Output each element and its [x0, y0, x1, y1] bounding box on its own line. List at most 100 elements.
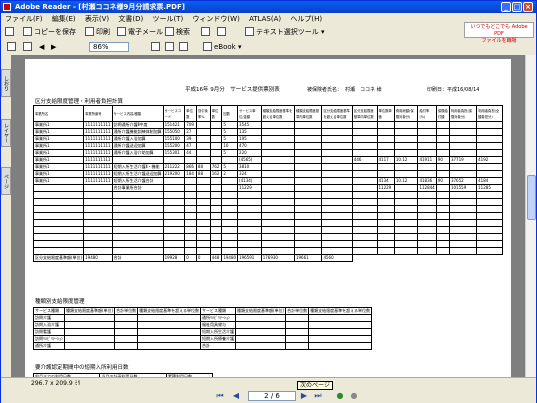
empty-cell: [32, 233, 85, 241]
zoom-tool-button[interactable]: [217, 25, 228, 39]
table-cell: [417, 142, 437, 150]
table-cell: 1111111111: [83, 170, 113, 178]
fit-page-icon: [165, 42, 174, 51]
type-header-cell: 合計単位数: [285, 307, 310, 315]
minimize-button[interactable]: _: [501, 2, 511, 12]
table-cell: [293, 156, 323, 164]
empty-cell: [417, 198, 437, 206]
empty-cell: [209, 212, 223, 220]
empty-cell: [260, 191, 295, 199]
empty-cell: [162, 233, 186, 241]
table-cell: [260, 170, 295, 178]
print-button[interactable]: 印刷: [85, 25, 110, 39]
menu-file[interactable]: ファイル(F): [5, 15, 43, 23]
save-copy-button[interactable]: コピーを保存: [23, 25, 76, 39]
table-cell: 訪問通所介護Ⅱ中度: [111, 121, 164, 129]
table-cell: 866: [184, 163, 197, 171]
adobe-ad-panel[interactable]: いつでもどこでも Adobe PDF ファイルを職場: [464, 22, 534, 44]
empty-cell: [162, 247, 186, 255]
table-cell: [376, 135, 395, 143]
empty-cell: [111, 240, 164, 248]
empty-cell: [83, 219, 113, 227]
hand-tool-button[interactable]: [201, 25, 212, 39]
table-cell: [260, 142, 295, 150]
menu-window[interactable]: ウィンドウ(W): [192, 15, 239, 23]
table-cell: 1111111111: [83, 156, 113, 164]
fit-width-button[interactable]: [179, 40, 190, 54]
open-button[interactable]: [5, 25, 16, 39]
menu-tools[interactable]: ツール(T): [152, 15, 183, 23]
ebook-button[interactable]: eBook ▾: [203, 40, 241, 54]
table-header-cell: 事業所名: [32, 105, 85, 122]
empty-cell: [209, 198, 223, 206]
type-cell: [235, 342, 287, 350]
empty-cell: [417, 219, 437, 227]
table-cell: [32, 184, 85, 192]
menu-atlas[interactable]: ATLAS(A): [249, 15, 281, 23]
empty-cell: [448, 198, 478, 206]
table-cell: [417, 149, 437, 157]
empty-cell: [321, 191, 353, 199]
layers-tab[interactable]: レイヤー: [1, 119, 11, 147]
next-page-button[interactable]: ▶: [299, 391, 309, 401]
table-cell: [435, 121, 450, 129]
table-header-cell: 区分支給限度基準を超える単位数: [321, 105, 353, 122]
back-button[interactable]: ●: [335, 391, 345, 401]
table-cell: [162, 177, 186, 185]
type-cell: [235, 328, 287, 336]
fit-page-button[interactable]: [165, 40, 176, 54]
menu-edit[interactable]: 編集(E): [52, 15, 76, 23]
email-button[interactable]: 電子メール: [117, 25, 163, 39]
table-cell: [476, 128, 503, 136]
menu-document[interactable]: 文書(D): [118, 15, 143, 23]
actual-size-button[interactable]: [151, 40, 162, 54]
empty-cell: [293, 198, 323, 206]
table-cell: 39: [184, 135, 197, 143]
empty-cell: [237, 191, 262, 199]
type-cell: 通所ﾘﾊﾋﾞﾘﾃｰｼｮﾝ: [200, 314, 237, 322]
empty-cell: [417, 240, 437, 248]
vertical-scrollbar[interactable]: [525, 55, 536, 377]
previous-page-button[interactable]: ◀: [231, 391, 241, 401]
summary-cell: 196591: [237, 254, 262, 262]
text-select-button[interactable]: テキスト選択ツール ▾: [245, 25, 325, 39]
bookmarks-tab[interactable]: しおり: [1, 69, 11, 97]
table-cell: [321, 135, 353, 143]
ad-line1: いつでもどこでも Adobe PDF: [470, 24, 528, 37]
empty-cell: [83, 198, 113, 206]
table-cell: [321, 149, 353, 157]
last-page-button[interactable]: ⏭: [313, 391, 323, 401]
page-indicator[interactable]: 2 / 6: [248, 391, 296, 401]
empty-cell: [476, 226, 503, 234]
type-cell: [308, 342, 373, 350]
table-cell: 151421: [162, 121, 186, 129]
next-view-button[interactable]: ▶: [51, 40, 56, 54]
zoom-in-button[interactable]: [23, 40, 34, 54]
empty-cell: [221, 226, 239, 234]
pages-tab[interactable]: ページ: [1, 167, 11, 195]
table-cell: 通所介護送迎加算: [111, 142, 164, 150]
scroll-thumb[interactable]: [527, 175, 536, 220]
menu-view[interactable]: 表示(V): [85, 15, 109, 23]
zoom-out-button[interactable]: [7, 40, 18, 54]
table-cell: [293, 128, 323, 136]
zoom-select[interactable]: 86%: [89, 42, 129, 52]
first-page-button[interactable]: ⏮: [215, 391, 225, 401]
empty-cell: [435, 233, 450, 241]
search-button[interactable]: 検索: [165, 25, 190, 39]
table-cell: [260, 177, 295, 185]
forward-button[interactable]: ●: [349, 391, 359, 401]
empty-cell: [393, 240, 419, 248]
empty-cell: [417, 233, 437, 241]
document-view[interactable]: 平成16年 9月分 サービス提供票別表 被保険者氏名： 村瀬 ココネ 様 印刷日…: [11, 55, 527, 377]
table-cell: [260, 149, 295, 157]
table-cell: 4192: [476, 156, 503, 164]
menu-help[interactable]: ヘルプ(H): [290, 15, 322, 23]
prev-view-button[interactable]: ◀: [39, 40, 44, 54]
close-button[interactable]: ×: [523, 2, 533, 12]
title-bar: Adobe Reader - [村瀬ココネ様9月分請求票.PDF] _ □ ×: [1, 1, 536, 13]
table-cell: 事業所1: [32, 135, 85, 143]
empty-cell: [162, 240, 186, 248]
maximize-button[interactable]: □: [512, 2, 522, 12]
summary-cell: 19928: [162, 254, 186, 262]
